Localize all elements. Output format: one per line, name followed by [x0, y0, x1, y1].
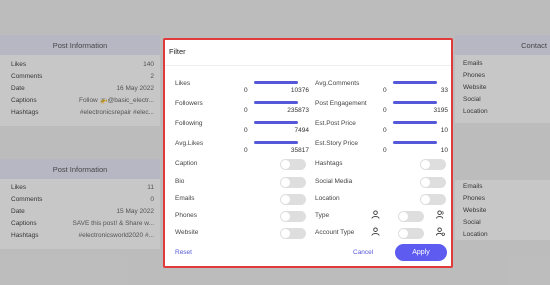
- slider-min: 0: [383, 87, 387, 94]
- apply-button[interactable]: Apply: [395, 244, 447, 261]
- location-label: Location: [315, 195, 340, 202]
- slider-max: 3195: [433, 107, 448, 114]
- est-post-price-label: Est.Post Price: [315, 120, 356, 127]
- likes-label: Likes: [175, 80, 191, 87]
- person-settings-icon: [436, 227, 445, 236]
- account-type-label: Account Type: [315, 229, 355, 236]
- caption-toggle[interactable]: [280, 159, 306, 170]
- toggle-knob: [281, 195, 290, 204]
- toggle-knob: [421, 160, 430, 169]
- social-media-label: Social Media: [315, 178, 353, 185]
- est-story-price-slider[interactable]: 0 10: [383, 141, 448, 155]
- toggle-knob: [281, 212, 290, 221]
- person-icon: [371, 210, 380, 219]
- type-label: Type: [315, 212, 330, 219]
- slider-track[interactable]: [393, 81, 437, 84]
- emails-label: Emails: [175, 195, 195, 202]
- account-type-toggle[interactable]: [398, 228, 424, 239]
- toggle-knob: [421, 178, 430, 187]
- cancel-button[interactable]: Cancel: [353, 249, 373, 256]
- type-toggle[interactable]: [398, 211, 424, 222]
- location-toggle[interactable]: [420, 194, 446, 205]
- slider-track[interactable]: [254, 101, 298, 104]
- slider-track[interactable]: [393, 101, 437, 104]
- slider-min: 0: [244, 127, 248, 134]
- avg-likes-slider[interactable]: 0 35817: [244, 141, 309, 155]
- reset-button[interactable]: Reset: [175, 249, 192, 256]
- slider-track[interactable]: [393, 121, 437, 124]
- slider-min: 0: [383, 107, 387, 114]
- post-engagement-label: Post Engagement: [315, 100, 367, 107]
- toggle-knob: [281, 178, 290, 187]
- slider-max: 10: [440, 127, 448, 134]
- slider-max: 35817: [290, 147, 309, 154]
- person-icon: [371, 227, 380, 236]
- hashtags-toggle[interactable]: [420, 159, 446, 170]
- slider-max: 10: [440, 147, 448, 154]
- est-story-price-label: Est.Story Price: [315, 140, 358, 147]
- avg-comments-slider[interactable]: 0 33: [383, 81, 448, 95]
- toggle-knob: [399, 229, 408, 238]
- slider-min: 0: [244, 87, 248, 94]
- website-label: Website: [175, 229, 199, 236]
- slider-min: 0: [244, 147, 248, 154]
- toggle-knob: [421, 195, 430, 204]
- avg-likes-label: Avg.Likes: [175, 140, 204, 147]
- est-post-price-slider[interactable]: 0 10: [383, 121, 448, 135]
- slider-track[interactable]: [254, 141, 298, 144]
- emails-toggle[interactable]: [280, 194, 306, 205]
- slider-min: 0: [244, 107, 248, 114]
- likes-slider[interactable]: 0 10376: [244, 81, 309, 95]
- following-label: Following: [175, 120, 203, 127]
- slider-max: 10376: [290, 87, 309, 94]
- person-group-icon: [436, 210, 444, 219]
- filter-modal: Filter Likes 0 10376 Followers 0 235873 …: [163, 38, 453, 268]
- divider: [165, 65, 451, 66]
- slider-min: 0: [383, 147, 387, 154]
- modal-title: Filter: [169, 47, 186, 56]
- slider-max: 7494: [294, 127, 309, 134]
- hashtags-label: Hashtags: [315, 160, 343, 167]
- following-slider[interactable]: 0 7494: [244, 121, 309, 135]
- followers-slider[interactable]: 0 235873: [244, 101, 309, 115]
- toggle-knob: [399, 212, 408, 221]
- slider-max: 33: [440, 87, 448, 94]
- slider-max: 235873: [287, 107, 309, 114]
- avg-comments-label: Avg.Comments: [315, 80, 360, 87]
- social-media-toggle[interactable]: [420, 177, 446, 188]
- slider-track[interactable]: [254, 81, 298, 84]
- slider-track[interactable]: [393, 141, 437, 144]
- phones-toggle[interactable]: [280, 211, 306, 222]
- bio-label: Bio: [175, 178, 185, 185]
- slider-min: 0: [383, 127, 387, 134]
- post-engagement-slider[interactable]: 0 3195: [383, 101, 448, 115]
- toggle-knob: [281, 229, 290, 238]
- slider-track[interactable]: [254, 121, 298, 124]
- toggle-knob: [281, 160, 290, 169]
- caption-label: Caption: [175, 160, 198, 167]
- phones-label: Phones: [175, 212, 198, 219]
- followers-label: Followers: [175, 100, 203, 107]
- bio-toggle[interactable]: [280, 177, 306, 188]
- website-toggle[interactable]: [280, 228, 306, 239]
